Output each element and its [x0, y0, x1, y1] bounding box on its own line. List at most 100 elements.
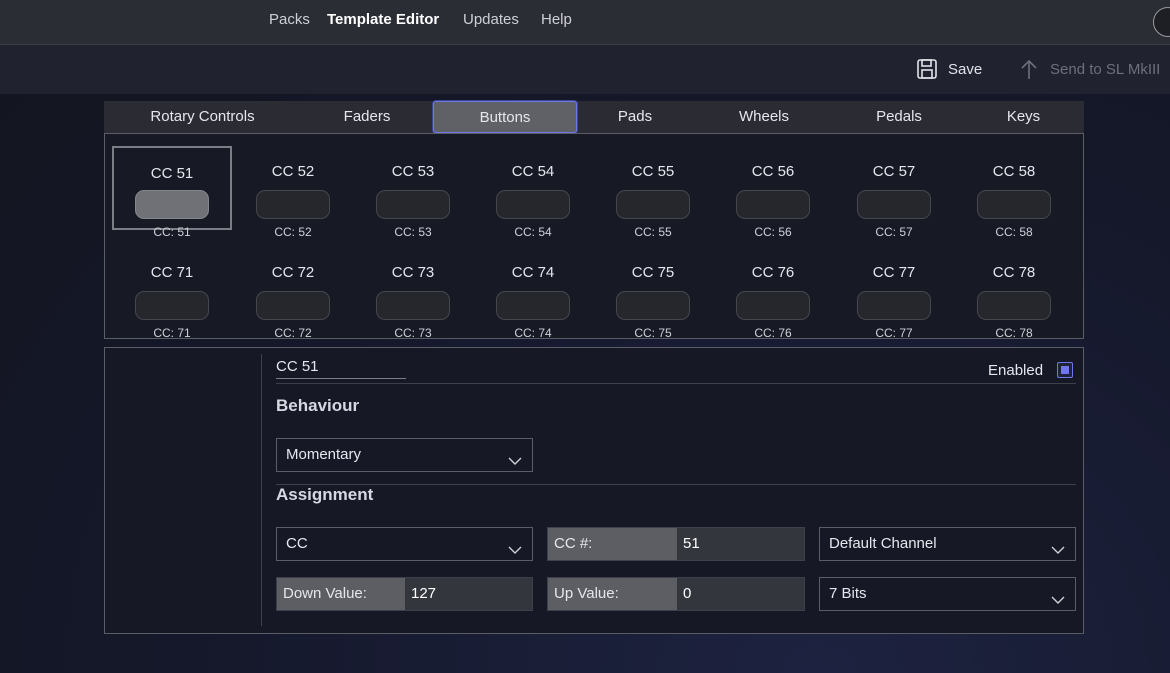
assignment-type-value: CC [286, 535, 308, 552]
up-value-label: Up Value: [548, 578, 677, 610]
control-title: CC 78 [992, 264, 1036, 281]
buttons-grid: CC 51 CC: 51 CC 52 CC: 52 CC 53 CC: 53 C… [104, 133, 1084, 340]
save-button[interactable]: Save [916, 58, 982, 80]
bits-select[interactable]: 7 Bits [819, 577, 1076, 611]
control-title: CC 72 [271, 264, 315, 281]
control-pad [857, 291, 931, 320]
control-type-tabs: Rotary Controls Faders Buttons Pads Whee… [104, 101, 1084, 133]
button-control-cc55[interactable]: CC 55 CC: 55 [593, 146, 713, 239]
control-cc-label: CC: 71 [153, 326, 191, 340]
control-pad [736, 190, 810, 219]
chevron-down-icon [1051, 587, 1065, 604]
menu-bar: Packs Template Editor Updates Help [0, 0, 1170, 44]
divider [276, 383, 1076, 384]
control-cc-label: CC: 51 [153, 225, 191, 239]
behaviour-value: Momentary [286, 446, 362, 463]
tab-buttons[interactable]: Buttons [433, 101, 577, 133]
down-value-label: Down Value: [277, 578, 405, 610]
control-cc-label: CC: 77 [875, 326, 913, 340]
menu-template-editor[interactable]: Template Editor [327, 11, 439, 28]
control-cc-label: CC: 57 [875, 225, 913, 239]
control-name-field[interactable]: CC 51 [276, 358, 319, 375]
control-title: CC 75 [631, 264, 675, 281]
button-control-cc77[interactable]: CC 77 CC: 77 [834, 247, 954, 340]
button-control-cc78[interactable]: CC 78 CC: 78 [954, 247, 1074, 340]
tab-rotary-controls[interactable]: Rotary Controls [104, 101, 301, 133]
control-cc-label: CC: 56 [754, 225, 792, 239]
enabled-checkbox[interactable] [1057, 362, 1073, 378]
control-cc-label: CC: 54 [514, 225, 552, 239]
control-pad [616, 190, 690, 219]
up-value-field[interactable]: Up Value: 0 [547, 577, 805, 611]
control-pad [135, 190, 209, 219]
control-pad [977, 190, 1051, 219]
control-title: CC 74 [511, 264, 555, 281]
control-title: CC 52 [271, 163, 315, 180]
tab-faders[interactable]: Faders [301, 101, 433, 133]
down-value-field[interactable]: Down Value: 127 [276, 577, 533, 611]
toolbar: Save Send to SL MkIII [0, 44, 1170, 94]
control-cc-label: CC: 75 [634, 326, 672, 340]
control-title: CC 71 [150, 264, 194, 281]
name-underline [276, 378, 406, 379]
assignment-type-select[interactable]: CC [276, 527, 533, 561]
control-title: CC 76 [751, 264, 795, 281]
chevron-down-icon [508, 537, 522, 554]
tab-keys[interactable]: Keys [963, 101, 1084, 133]
control-properties-panel: CC 51 Enabled Behaviour Momentary Assign… [104, 347, 1084, 634]
control-title: CC 53 [391, 163, 435, 180]
button-control-cc75[interactable]: CC 75 CC: 75 [593, 247, 713, 340]
control-pad [736, 291, 810, 320]
tab-pads[interactable]: Pads [577, 101, 693, 133]
menu-packs[interactable]: Packs [269, 11, 310, 28]
tab-wheels[interactable]: Wheels [693, 101, 835, 133]
arrow-up-icon [1018, 58, 1040, 80]
save-label: Save [948, 60, 983, 78]
control-pad [376, 190, 450, 219]
behaviour-select[interactable]: Momentary [276, 438, 533, 472]
button-control-cc71[interactable]: CC 71 CC: 71 [112, 247, 232, 340]
button-control-cc57[interactable]: CC 57 CC: 57 [834, 146, 954, 239]
send-to-device-button[interactable]: Send to SL MkIII [1018, 58, 1160, 80]
up-value-value[interactable]: 0 [683, 578, 691, 610]
cc-number-field[interactable]: CC #: 51 [547, 527, 805, 561]
control-title: CC 56 [751, 163, 795, 180]
control-title: CC 73 [391, 264, 435, 281]
button-control-cc54[interactable]: CC 54 CC: 54 [473, 146, 593, 239]
cc-number-label: CC #: [548, 528, 677, 560]
divider [276, 484, 1076, 485]
account-button[interactable] [1153, 7, 1170, 37]
control-cc-label: CC: 58 [995, 225, 1033, 239]
control-cc-label: CC: 53 [394, 225, 432, 239]
menu-updates[interactable]: Updates [463, 11, 519, 28]
enabled-label: Enabled [988, 362, 1044, 379]
tab-pedals[interactable]: Pedals [835, 101, 963, 133]
button-control-cc53[interactable]: CC 53 CC: 53 [353, 146, 473, 239]
control-title: CC 77 [872, 264, 916, 281]
cc-number-value[interactable]: 51 [683, 528, 700, 560]
button-control-cc51[interactable]: CC 51 CC: 51 [112, 146, 232, 239]
button-control-cc76[interactable]: CC 76 CC: 76 [713, 247, 833, 340]
control-title: CC 57 [872, 163, 916, 180]
button-control-cc74[interactable]: CC 74 CC: 74 [473, 247, 593, 340]
behaviour-title: Behaviour [276, 396, 360, 415]
button-control-cc72[interactable]: CC 72 CC: 72 [233, 247, 353, 340]
control-cc-label: CC: 78 [995, 326, 1033, 340]
chevron-down-icon [1051, 537, 1065, 554]
chevron-down-icon [508, 448, 522, 465]
floppy-disk-icon [916, 58, 938, 80]
menu-help[interactable]: Help [541, 11, 572, 28]
control-pad [977, 291, 1051, 320]
button-control-cc73[interactable]: CC 73 CC: 73 [353, 247, 473, 340]
control-title: CC 55 [631, 163, 675, 180]
send-label: Send to SL MkIII [1050, 60, 1161, 78]
down-value-value[interactable]: 127 [411, 578, 436, 610]
button-control-cc52[interactable]: CC 52 CC: 52 [233, 146, 353, 239]
channel-select[interactable]: Default Channel [819, 527, 1076, 561]
control-cc-label: CC: 52 [274, 225, 312, 239]
control-title: CC 54 [511, 163, 555, 180]
button-control-cc58[interactable]: CC 58 CC: 58 [954, 146, 1074, 239]
button-control-cc56[interactable]: CC 56 CC: 56 [713, 146, 833, 239]
control-cc-label: CC: 76 [754, 326, 792, 340]
assignment-title: Assignment [276, 485, 374, 504]
